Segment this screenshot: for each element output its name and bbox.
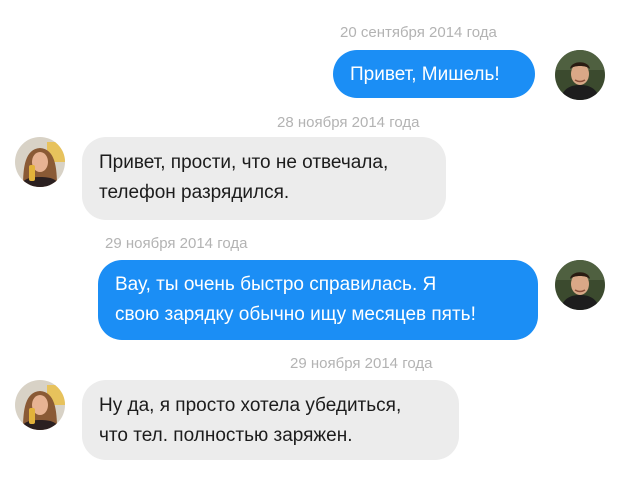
outgoing-message-bubble[interactable]: Привет, Мишель! [333, 50, 535, 98]
woman-avatar-icon[interactable] [15, 380, 65, 430]
message-timestamp: 29 ноября 2014 года [105, 235, 248, 252]
message-timestamp: 28 ноября 2014 года [277, 114, 420, 131]
message-text-line: что тел. полностью заряжен. [99, 425, 353, 446]
message-text-line: телефон разрядился. [99, 182, 290, 203]
message-text-line: Вау, ты очень быстро справилась. Я [115, 274, 437, 295]
message-text-line: Привет, прости, что не отвечала, [99, 152, 389, 173]
outgoing-message-bubble[interactable]: Вау, ты очень быстро справилась. Я свою … [98, 260, 538, 340]
message-text-line: Ну да, я просто хотела убедиться, [99, 395, 402, 416]
man-avatar-icon[interactable] [555, 50, 605, 100]
woman-avatar-icon[interactable] [15, 137, 65, 187]
message-text-line: Привет, Мишель! [350, 64, 500, 85]
message-timestamp: 29 ноября 2014 года [290, 355, 433, 372]
man-avatar-icon[interactable] [555, 260, 605, 310]
message-timestamp: 20 сентября 2014 года [340, 24, 497, 41]
message-text-line: свою зарядку обычно ищу месяцев пять! [115, 304, 476, 325]
incoming-message-bubble[interactable]: Привет, прости, что не отвечала, телефон… [82, 137, 446, 220]
incoming-message-bubble[interactable]: Ну да, я просто хотела убедиться, что те… [82, 380, 459, 460]
